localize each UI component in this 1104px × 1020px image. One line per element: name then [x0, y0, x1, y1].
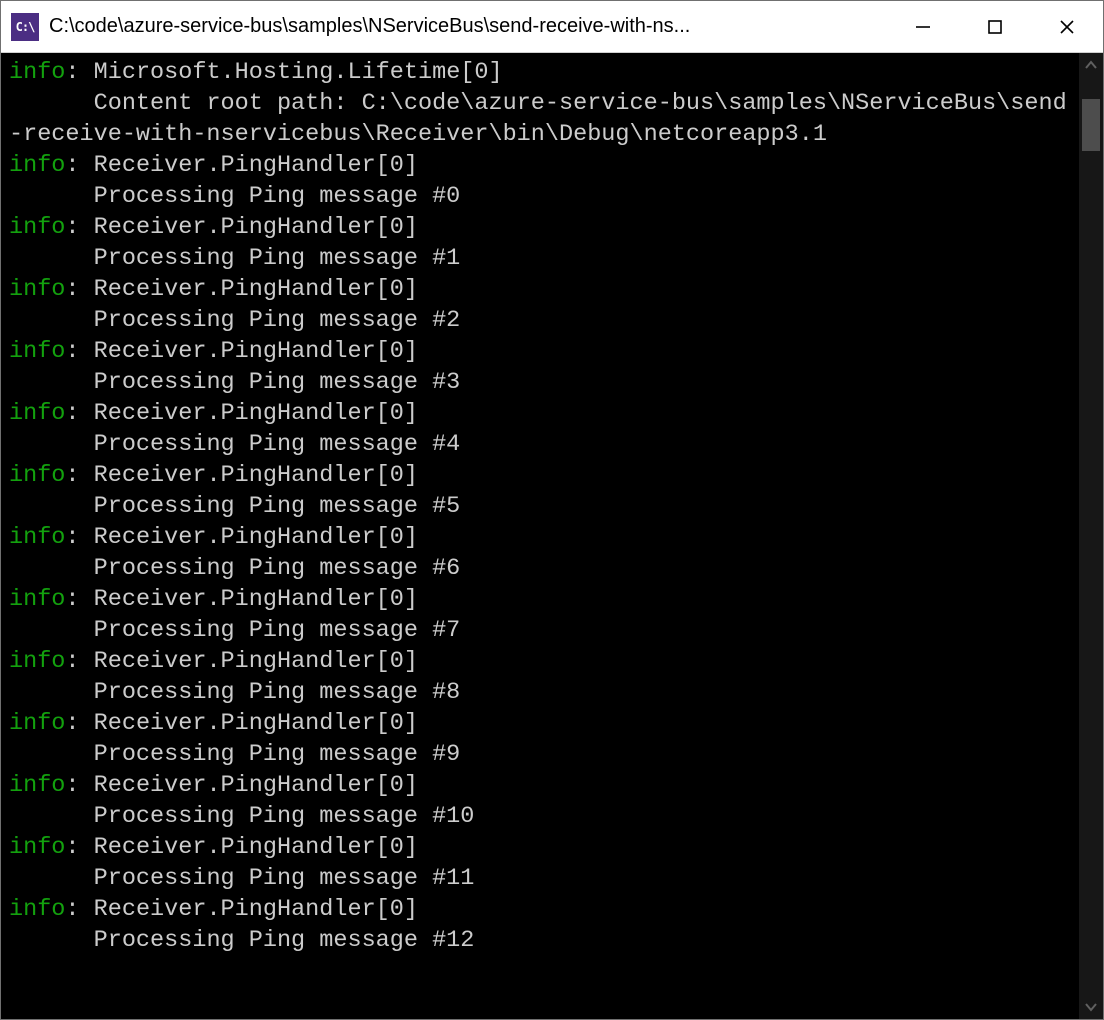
log-message-line: Processing Ping message #4	[9, 429, 1071, 460]
log-level: info	[9, 462, 65, 489]
log-header-line: info: Receiver.PingHandler[0]	[9, 212, 1071, 243]
scrollbar-track[interactable]	[1079, 77, 1103, 995]
log-source: Receiver.PingHandler[0]	[94, 896, 418, 923]
scroll-down-button[interactable]	[1079, 995, 1103, 1019]
log-source: Receiver.PingHandler[0]	[94, 586, 418, 613]
console-area: info: Microsoft.Hosting.Lifetime[0] Cont…	[1, 53, 1103, 1019]
log-message-line: Processing Ping message #6	[9, 553, 1071, 584]
log-header-line: info: Microsoft.Hosting.Lifetime[0]	[9, 57, 1071, 88]
log-source: Receiver.PingHandler[0]	[94, 400, 418, 427]
log-source: Receiver.PingHandler[0]	[94, 524, 418, 551]
chevron-up-icon	[1084, 58, 1098, 72]
log-header-line: info: Receiver.PingHandler[0]	[9, 646, 1071, 677]
close-icon	[1058, 18, 1076, 36]
log-source: Receiver.PingHandler[0]	[94, 214, 418, 241]
close-button[interactable]	[1031, 1, 1103, 52]
log-message-line: Processing Ping message #10	[9, 801, 1071, 832]
log-level: info	[9, 834, 65, 861]
minimize-icon	[914, 18, 932, 36]
log-source: Receiver.PingHandler[0]	[94, 648, 418, 675]
log-level: info	[9, 710, 65, 737]
log-header-line: info: Receiver.PingHandler[0]	[9, 708, 1071, 739]
log-message-line: Processing Ping message #7	[9, 615, 1071, 646]
maximize-button[interactable]	[959, 1, 1031, 52]
log-message-line: Processing Ping message #1	[9, 243, 1071, 274]
log-level: info	[9, 772, 65, 799]
log-message-line: Processing Ping message #12	[9, 925, 1071, 956]
log-header-line: info: Receiver.PingHandler[0]	[9, 336, 1071, 367]
log-message-line: Processing Ping message #8	[9, 677, 1071, 708]
log-message-line: Processing Ping message #0	[9, 181, 1071, 212]
log-header-line: info: Receiver.PingHandler[0]	[9, 150, 1071, 181]
scrollbar[interactable]	[1079, 53, 1103, 1019]
window-title: C:\code\azure-service-bus\samples\NServi…	[49, 15, 887, 38]
log-level: info	[9, 648, 65, 675]
log-message-line: Processing Ping message #11	[9, 863, 1071, 894]
titlebar[interactable]: C:\ C:\code\azure-service-bus\samples\NS…	[1, 1, 1103, 53]
log-level: info	[9, 276, 65, 303]
log-source: Receiver.PingHandler[0]	[94, 152, 418, 179]
log-level: info	[9, 400, 65, 427]
log-level: info	[9, 524, 65, 551]
log-level: info	[9, 59, 65, 86]
log-source: Receiver.PingHandler[0]	[94, 710, 418, 737]
log-header-line: info: Receiver.PingHandler[0]	[9, 894, 1071, 925]
log-source: Receiver.PingHandler[0]	[94, 834, 418, 861]
log-level: info	[9, 586, 65, 613]
console-output[interactable]: info: Microsoft.Hosting.Lifetime[0] Cont…	[1, 53, 1079, 1019]
log-source: Receiver.PingHandler[0]	[94, 772, 418, 799]
log-message-line: Processing Ping message #3	[9, 367, 1071, 398]
maximize-icon	[986, 18, 1004, 36]
log-message-line: Content root path: C:\code\azure-service…	[9, 88, 1071, 150]
log-source: Microsoft.Hosting.Lifetime[0]	[94, 59, 503, 86]
log-source: Receiver.PingHandler[0]	[94, 462, 418, 489]
scrollbar-thumb[interactable]	[1082, 99, 1100, 151]
log-level: info	[9, 152, 65, 179]
log-message-line: Processing Ping message #2	[9, 305, 1071, 336]
log-source: Receiver.PingHandler[0]	[94, 338, 418, 365]
log-header-line: info: Receiver.PingHandler[0]	[9, 522, 1071, 553]
minimize-button[interactable]	[887, 1, 959, 52]
log-header-line: info: Receiver.PingHandler[0]	[9, 832, 1071, 863]
window-controls	[887, 1, 1103, 52]
chevron-down-icon	[1084, 1000, 1098, 1014]
log-level: info	[9, 214, 65, 241]
log-header-line: info: Receiver.PingHandler[0]	[9, 274, 1071, 305]
log-message-line: Processing Ping message #5	[9, 491, 1071, 522]
log-message-line: Processing Ping message #9	[9, 739, 1071, 770]
log-header-line: info: Receiver.PingHandler[0]	[9, 460, 1071, 491]
app-icon: C:\	[11, 13, 39, 41]
scroll-up-button[interactable]	[1079, 53, 1103, 77]
log-level: info	[9, 896, 65, 923]
console-window: C:\ C:\code\azure-service-bus\samples\NS…	[0, 0, 1104, 1020]
log-header-line: info: Receiver.PingHandler[0]	[9, 584, 1071, 615]
log-header-line: info: Receiver.PingHandler[0]	[9, 770, 1071, 801]
log-level: info	[9, 338, 65, 365]
log-source: Receiver.PingHandler[0]	[94, 276, 418, 303]
log-header-line: info: Receiver.PingHandler[0]	[9, 398, 1071, 429]
